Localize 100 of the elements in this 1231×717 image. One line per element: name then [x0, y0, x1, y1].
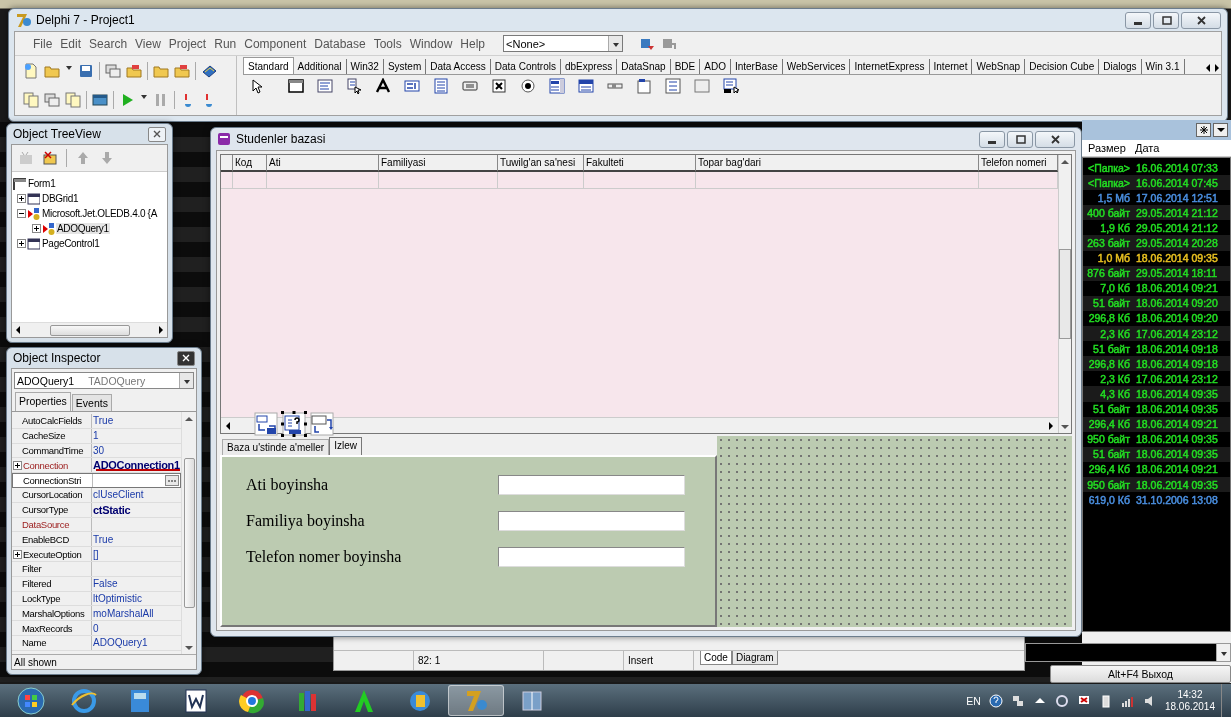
menu-item[interactable]: View [131, 36, 165, 51]
windows-icon[interactable] [44, 92, 60, 109]
scroll-right-icon[interactable] [1047, 419, 1055, 432]
property-value[interactable]: False [92, 578, 118, 590]
options-button[interactable] [1196, 123, 1211, 137]
property-name[interactable]: CursorLocation [13, 489, 83, 501]
property-row[interactable]: MaxRecords 0 [12, 621, 181, 636]
property-name[interactable]: LockType [13, 592, 61, 604]
property-name[interactable]: Filtered [13, 578, 52, 590]
palette-tab[interactable]: Standard [243, 57, 294, 74]
property-value[interactable]: ctStatic [92, 503, 131, 516]
property-name[interactable]: ConnectionStri [14, 475, 82, 487]
radio-button-icon[interactable] [520, 78, 538, 96]
browser-e-icon[interactable] [70, 686, 98, 715]
maximize-button[interactable] [1007, 130, 1033, 148]
frame-icon[interactable] [288, 78, 306, 96]
column-header[interactable]: Topar bag'dari [696, 155, 979, 172]
toggle-form-icon[interactable] [65, 92, 81, 109]
scroll-up-icon[interactable] [183, 414, 195, 424]
menu-item[interactable]: Run [210, 36, 241, 51]
palette-tab[interactable]: Additional [293, 59, 347, 74]
popup-menu-icon[interactable] [346, 78, 364, 96]
column-header[interactable]: Familiyasi [379, 155, 498, 172]
column-header[interactable]: Дата [1129, 142, 1160, 154]
windows-icon[interactable] [105, 62, 121, 79]
circle-icon[interactable] [1054, 693, 1069, 708]
property-value[interactable]: True [92, 415, 114, 427]
menu-item[interactable]: Component [240, 36, 311, 51]
property-name[interactable]: AutoCalcFields [13, 415, 82, 427]
property-row[interactable]: MarshalOptions moMarshalAll [12, 606, 181, 622]
property-value[interactable]: moMarshalAll [92, 607, 154, 619]
palette-tab[interactable]: DataSnap [617, 59, 671, 74]
tree-item[interactable]: DBGrid1 [41, 193, 80, 204]
palette-tab[interactable]: System [383, 59, 427, 74]
inspector-tab[interactable]: Events [71, 394, 112, 411]
property-value[interactable]: 30 [92, 445, 105, 456]
word-document-icon[interactable] [182, 686, 210, 715]
column-header[interactable]: Tuwilg'an sa'nesi [498, 155, 584, 172]
property-row[interactable]: DataSource [12, 517, 181, 533]
property-name[interactable]: Filter [13, 563, 42, 575]
property-name[interactable]: MaxRecords [13, 622, 73, 634]
property-value[interactable]: 1 [92, 430, 99, 442]
property-name[interactable]: EnableBCD [13, 533, 69, 545]
palette-tab[interactable]: Internet [929, 59, 973, 74]
palette-tab[interactable]: InterBase [730, 59, 783, 74]
list-box-icon[interactable] [549, 78, 567, 96]
action-list-icon[interactable] [723, 78, 741, 96]
scroll-thumb[interactable] [183, 458, 195, 608]
form-icon[interactable] [92, 92, 108, 109]
property-name[interactable]: Name [13, 637, 47, 649]
palette-tab[interactable]: Dialogs [1099, 59, 1142, 74]
editor-tab[interactable]: Code [700, 651, 732, 665]
maximize-button[interactable] [1153, 11, 1179, 29]
radio-group-icon[interactable] [665, 78, 683, 96]
palette-tab[interactable]: ADO [700, 59, 731, 74]
copy-icon[interactable] [23, 92, 39, 109]
network-icon[interactable] [1010, 693, 1025, 708]
palette-tab[interactable]: WebSnap [972, 59, 1026, 74]
property-row[interactable]: ConnectionStri [12, 473, 181, 488]
palette-tab[interactable]: dbExpress [560, 59, 618, 74]
property-row[interactable]: CursorLocation clUseClient [12, 488, 181, 503]
remove-file-icon[interactable] [174, 62, 190, 79]
property-value[interactable]: True [92, 533, 114, 545]
language-indicator[interactable]: EN [966, 694, 981, 707]
column-header[interactable]: Telefon nomeri [979, 155, 1058, 172]
scroll-thumb[interactable] [49, 324, 130, 336]
palette-tab[interactable]: Data Controls [490, 59, 561, 74]
menu-item[interactable]: Window [405, 36, 457, 51]
menu-item[interactable]: Edit [56, 36, 86, 51]
expand-toggle[interactable] [13, 460, 22, 470]
property-name[interactable]: CacheSize [13, 430, 66, 442]
property-value[interactable]: [] [92, 548, 99, 560]
property-value[interactable]: 0 [92, 622, 99, 634]
property-value[interactable]: clUseClient [92, 489, 144, 501]
minimize-button[interactable] [1125, 11, 1151, 29]
object-selector[interactable]: ADOQuery1 TADOQuery [14, 372, 194, 389]
new-file-icon[interactable] [23, 62, 39, 79]
ellipsis-button[interactable] [165, 475, 179, 487]
help-icon[interactable] [988, 693, 1003, 708]
ado-command-icon[interactable] [309, 411, 335, 437]
delete-item-icon[interactable] [42, 150, 58, 166]
dropdown-button[interactable] [1213, 123, 1228, 137]
property-row[interactable]: LockType ltOptimistic [12, 591, 181, 607]
clock-time[interactable]: 14:32 [1177, 688, 1203, 701]
property-value[interactable]: ltOptimistic [92, 592, 142, 604]
tree-item[interactable]: PageControl1 [41, 238, 101, 249]
windows-logo-icon[interactable] [17, 686, 45, 715]
property-row[interactable]: AutoCalcFields True [12, 414, 181, 429]
palette-tab[interactable]: WebServices [782, 59, 851, 74]
menu-item[interactable]: Database [310, 36, 370, 51]
open-project-icon[interactable] [126, 62, 142, 79]
property-name[interactable]: Connection [22, 459, 69, 471]
ado-connection-icon[interactable] [253, 411, 279, 437]
data-grid[interactable]: Код Ati Familiyasi Tuwilg'an sa'nesi Fakulteti Topar bag'dari Telefon nomeri [220, 154, 1072, 434]
property-row[interactable]: EnableBCD True [12, 532, 181, 548]
combo-box-icon[interactable] [578, 78, 596, 96]
property-row[interactable]: Filter [12, 561, 181, 577]
input-field[interactable] [498, 474, 685, 495]
palette-tab[interactable]: Win 3.1 [1141, 59, 1185, 74]
input-field[interactable] [498, 546, 685, 567]
